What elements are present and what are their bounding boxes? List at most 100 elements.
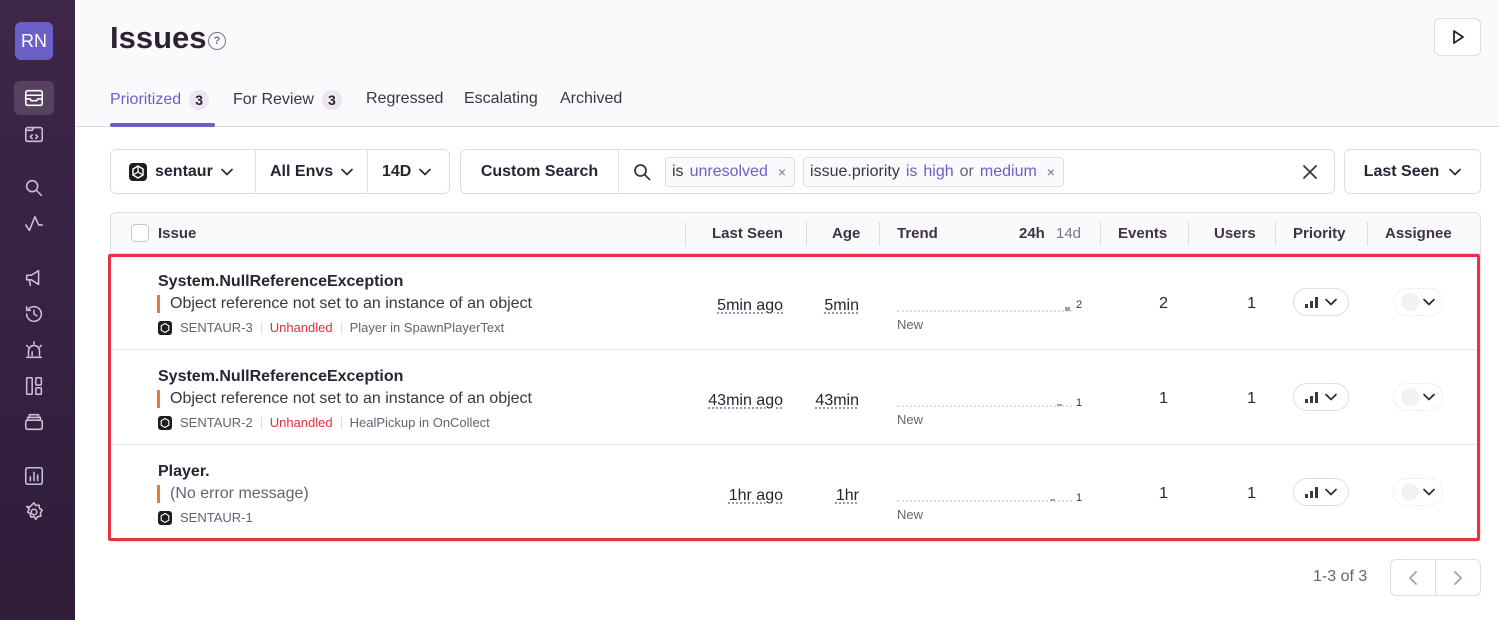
org-avatar[interactable]: RN — [15, 22, 53, 60]
previous-page-button[interactable] — [1391, 560, 1436, 595]
column-events[interactable]: Events — [1118, 225, 1167, 242]
priority-dropdown[interactable] — [1293, 478, 1349, 506]
age-value[interactable]: 5min — [824, 297, 859, 315]
trend-new-label: New — [897, 317, 924, 332]
priority-bars-icon — [1305, 487, 1318, 498]
tab-label: Archived — [560, 90, 623, 107]
unity-logo-icon — [158, 510, 172, 525]
last-seen-value[interactable]: 1hr ago — [729, 487, 783, 505]
table-row[interactable]: System.NullReferenceException Object ref… — [111, 350, 1480, 445]
avatar — [1401, 483, 1419, 501]
tab-count: 3 — [189, 90, 210, 110]
trend-period-14d[interactable]: 14d — [1056, 225, 1081, 242]
table-header: Issue Last Seen Age Trend 24h 14d Events… — [111, 213, 1480, 254]
users-count: 1 — [1247, 390, 1256, 407]
token-value: unresolved — [689, 162, 768, 180]
issue-title[interactable]: Player. — [158, 463, 210, 481]
assignee-selector[interactable] — [1393, 478, 1443, 506]
tab-regressed[interactable]: Regressed — [366, 90, 443, 108]
column-last-seen[interactable]: Last Seen — [712, 225, 783, 242]
issue-title[interactable]: System.NullReferenceException — [158, 368, 403, 386]
feedback-icon[interactable] — [14, 261, 54, 295]
issues-icon[interactable] — [14, 81, 54, 115]
date-range-selector[interactable]: 14D — [368, 150, 449, 193]
issues-table: Issue Last Seen Age Trend 24h 14d Events… — [110, 212, 1481, 542]
issue-meta: SENTAUR-3 Unhandled Player in SpawnPlaye… — [158, 320, 504, 335]
help-icon[interactable]: ? — [208, 32, 226, 50]
settings-icon[interactable] — [14, 495, 54, 529]
select-all-checkbox[interactable] — [131, 224, 149, 242]
issue-meta: SENTAUR-2 Unhandled HealPickup in OnColl… — [158, 415, 490, 430]
tab-count: 3 — [321, 90, 342, 110]
search-icon[interactable] — [14, 171, 54, 205]
clear-search-icon[interactable] — [1300, 162, 1320, 182]
trend-sparkline — [897, 310, 1072, 312]
last-seen-value[interactable]: 5min ago — [717, 297, 783, 315]
next-page-button[interactable] — [1436, 560, 1480, 595]
search-token-status[interactable]: is unresolved × — [665, 156, 796, 187]
issue-meta: SENTAUR-1 — [158, 510, 253, 525]
issue-title[interactable]: System.NullReferenceException — [158, 273, 403, 291]
play-button[interactable] — [1434, 18, 1481, 56]
trend-period-24h[interactable]: 24h — [1019, 225, 1045, 242]
priority-dropdown[interactable] — [1293, 383, 1349, 411]
chevron-down-icon — [341, 168, 353, 175]
assignee-selector[interactable] — [1393, 288, 1443, 316]
custom-search-button[interactable]: Custom Search — [461, 150, 619, 193]
priority-dropdown[interactable] — [1293, 288, 1349, 316]
token-value-2: medium — [979, 162, 1037, 180]
tab-escalating[interactable]: Escalating — [464, 90, 538, 108]
remove-token-icon[interactable]: × — [778, 164, 786, 180]
projects-icon[interactable] — [14, 117, 54, 151]
tab-label: For Review — [233, 91, 314, 108]
chevron-down-icon — [1325, 393, 1337, 401]
token-value: high — [923, 162, 954, 180]
table-row[interactable]: System.NullReferenceException Object ref… — [111, 255, 1480, 350]
column-divider — [879, 222, 880, 246]
column-users[interactable]: Users — [1214, 225, 1256, 242]
column-trend[interactable]: Trend — [897, 225, 938, 242]
stats-icon[interactable] — [14, 459, 54, 493]
column-divider — [1367, 222, 1368, 246]
priority-bars-icon — [1305, 392, 1318, 403]
column-divider — [1100, 222, 1101, 246]
column-divider — [1275, 222, 1276, 246]
issue-short-id[interactable]: SENTAUR-1 — [180, 510, 253, 525]
column-divider — [1188, 222, 1189, 246]
age-value[interactable]: 1hr — [836, 487, 859, 505]
pagination-summary: 1-3 of 3 — [1313, 568, 1368, 585]
age-value[interactable]: 43min — [815, 392, 859, 410]
crons-icon[interactable] — [14, 405, 54, 439]
chevron-down-icon — [1423, 488, 1435, 496]
remove-token-icon[interactable]: × — [1047, 164, 1055, 180]
search-token-priority[interactable]: issue.priority is high or medium × — [803, 156, 1064, 187]
column-priority[interactable]: Priority — [1293, 225, 1346, 242]
tab-prioritized[interactable]: Prioritized 3 — [110, 90, 210, 110]
events-count: 1 — [1159, 390, 1168, 407]
dashboards-icon[interactable] — [14, 369, 54, 403]
sort-dropdown[interactable]: Last Seen — [1344, 149, 1481, 194]
unity-logo-icon — [158, 415, 172, 430]
unity-logo-icon — [158, 320, 172, 335]
last-seen-value[interactable]: 43min ago — [708, 392, 783, 410]
table-row[interactable]: Player. (No error message) SENTAUR-1 1hr… — [111, 445, 1480, 540]
trend-bar — [1057, 404, 1062, 406]
chevron-down-icon — [220, 168, 233, 175]
performance-icon[interactable] — [14, 207, 54, 241]
releases-icon[interactable] — [14, 297, 54, 331]
column-assignee[interactable]: Assignee — [1385, 225, 1452, 242]
environment-selector[interactable]: All Envs — [256, 150, 368, 193]
unhandled-badge: Unhandled — [269, 320, 333, 335]
users-count: 1 — [1247, 295, 1256, 312]
issue-short-id[interactable]: SENTAUR-2 — [180, 415, 253, 430]
assignee-selector[interactable] — [1393, 383, 1443, 411]
column-age[interactable]: Age — [832, 225, 860, 242]
issue-short-id[interactable]: SENTAUR-3 — [180, 320, 253, 335]
alerts-icon[interactable] — [14, 333, 54, 367]
tab-archived[interactable]: Archived — [560, 90, 622, 108]
page-filter-bar: sentaur All Envs 14D — [110, 149, 450, 194]
chevron-down-icon — [419, 168, 432, 175]
trend-new-label: New — [897, 412, 924, 427]
tab-for-review[interactable]: For Review 3 — [233, 90, 342, 110]
project-selector[interactable]: sentaur — [111, 150, 256, 193]
